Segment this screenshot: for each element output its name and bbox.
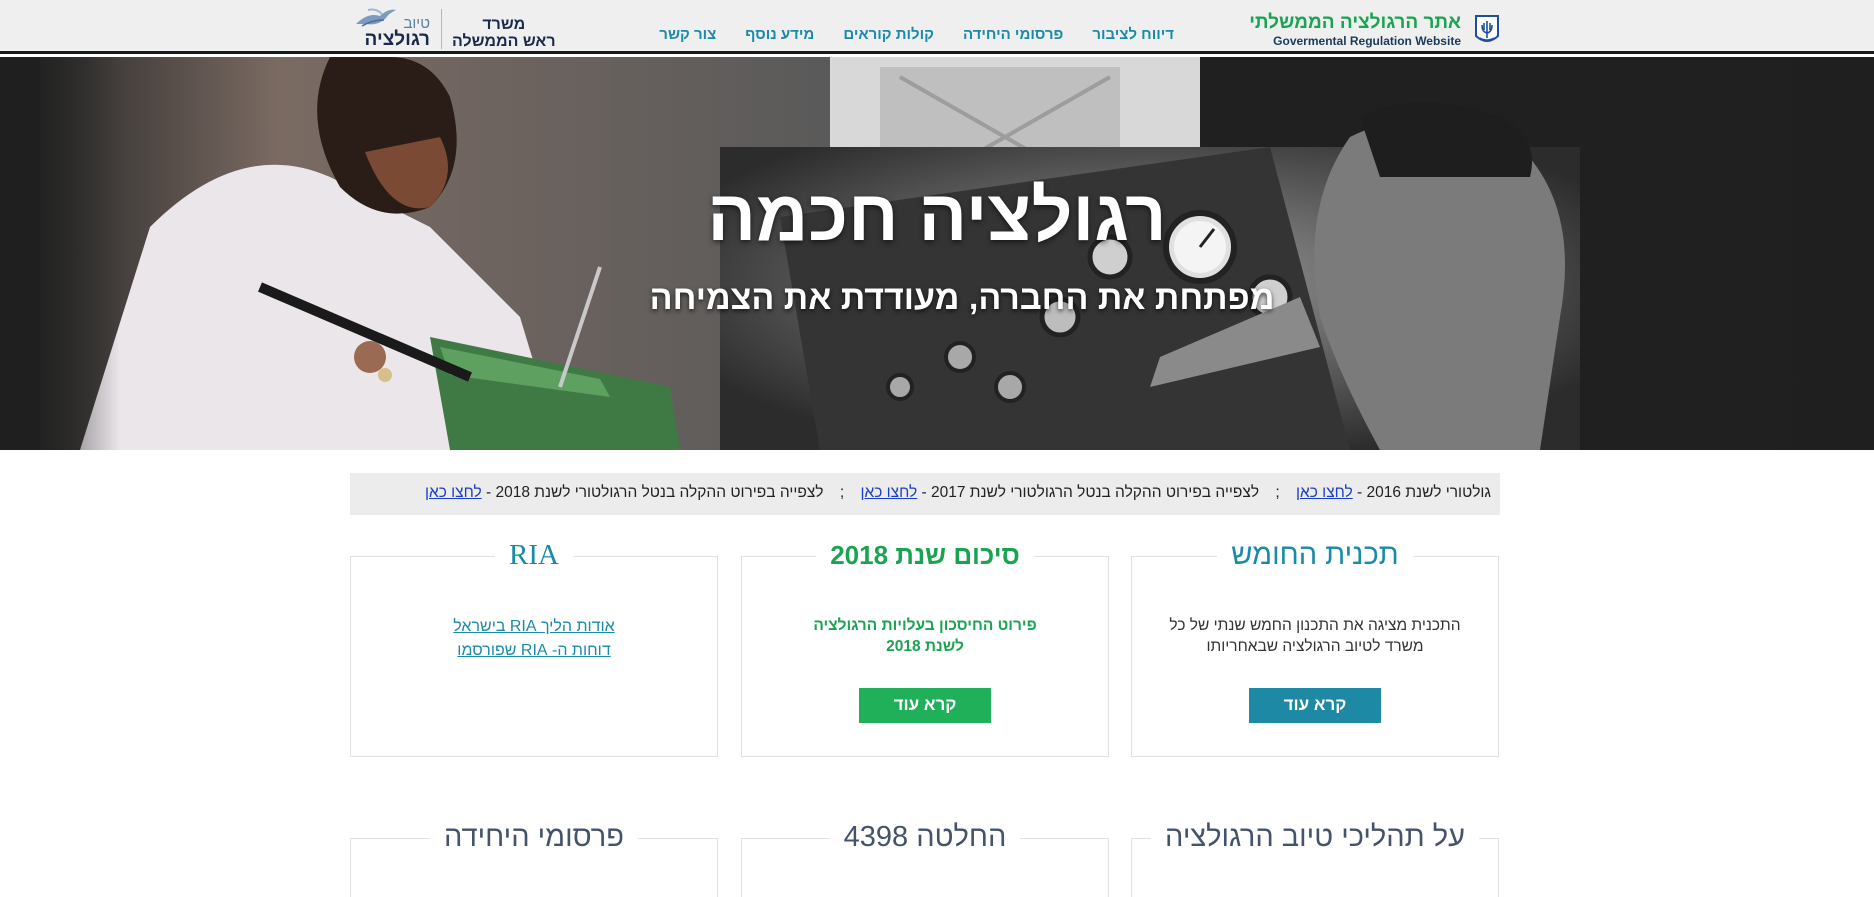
link-ria-reports[interactable]: דוחות ה- RIA שפורסמו — [371, 639, 697, 663]
card-title-unit-publications: פרסומי היחידה — [430, 821, 638, 853]
ticker-separator: ; — [839, 484, 845, 501]
card-title-decision-4398: החלטה 4398 — [829, 821, 1021, 853]
card-regulation-processes: על תהליכי טיוב הרגולציה — [1131, 821, 1499, 897]
nav-unit-publications[interactable]: פרסומי היחידה — [963, 26, 1063, 43]
ticker-link-2016[interactable]: לחצו כאן — [1296, 484, 1353, 501]
card-five-year-plan: תכנית החומש התכנית מציגה את התכנון החמש … — [1131, 539, 1499, 757]
ticker-item-2017: לצפייה בפירוט ההקלה בנטל הרגולטורי לשנת … — [860, 484, 1260, 501]
main-nav: דיווח לציבור פרסומי היחידה קולות קוראים … — [659, 26, 1174, 43]
ticker-link-2017[interactable]: לחצו כאן — [860, 484, 917, 501]
site-header: אתר הרגולציה הממשלתי Govermental Regulat… — [0, 0, 1874, 54]
ticker-link-2018[interactable]: לחצו כאן — [425, 484, 482, 501]
news-ticker: גולטורי לשנת 2016 - לחצו כאן ; לצפייה בפ… — [350, 473, 1500, 515]
card-summary-2018: סיכום שנת 2018 פירוט החיסכון בעלויות הרג… — [741, 540, 1109, 757]
hero-subtitle: מפתחת את החברה, מעודדת את הצמיחה — [649, 279, 1275, 317]
link-about-ria[interactable]: אודות הליך RIA בישראל — [371, 615, 697, 639]
nav-more-info[interactable]: מידע נוסף — [745, 26, 814, 43]
nav-calls-for-proposals[interactable]: קולות קוראים — [843, 26, 934, 43]
card-title-five-year-plan: תכנית החומש — [1217, 539, 1413, 571]
nav-public-report[interactable]: דיווח לציבור — [1092, 26, 1174, 43]
ticker-item-2016: גולטורי לשנת 2016 - לחצו כאן — [1295, 484, 1491, 501]
ticker-item-2018: לצפייה בפירוט ההקלה בנטל הרגולטורי לשנת … — [424, 484, 824, 501]
regulation-improvement-logo[interactable]: טיוב רגולציה — [354, 6, 432, 50]
pm-office-logo[interactable]: משרד ראש הממשלה — [452, 16, 556, 50]
regulation-word: רגולציה — [364, 29, 430, 50]
card-title-ria: RIA — [495, 539, 573, 571]
nav-contact[interactable]: צור קשר — [659, 26, 716, 43]
card-text-summary-2018: פירוט החיסכון בעלויות הרגולציה לשנת 2018 — [813, 617, 1037, 655]
state-emblem-icon — [1475, 15, 1499, 42]
card-links-ria: אודות הליך RIA בישראל דוחות ה- RIA שפורס… — [371, 615, 697, 663]
ticker-separator: ; — [1275, 484, 1280, 501]
read-more-button-five-year[interactable]: קרא עוד — [1249, 688, 1381, 723]
card-text-five-year-plan: התכנית מציגה את התכנון החמש שנתי של כל מ… — [1169, 617, 1461, 655]
hero-title: רגולציה חכמה — [707, 176, 1167, 256]
site-logo[interactable]: אתר הרגולציה הממשלתי Govermental Regulat… — [1198, 10, 1500, 50]
card-decision-4398: החלטה 4398 — [741, 821, 1109, 897]
pm-office-line2: ראש הממשלה — [452, 33, 556, 50]
site-title-hebrew: אתר הרגולציה הממשלתי — [1249, 12, 1461, 33]
card-ria: RIA אודות הליך RIA בישראל דוחות ה- RIA ש… — [350, 539, 718, 757]
card-title-summary-2018: סיכום שנת 2018 — [816, 540, 1034, 570]
logo-divider — [441, 9, 442, 49]
site-title-english: Govermental Regulation Website — [1273, 34, 1461, 48]
read-more-button-summary[interactable]: קרא עוד — [859, 688, 991, 723]
card-title-regulation-processes: על תהליכי טיוב הרגולציה — [1151, 821, 1479, 853]
card-unit-publications: פרסומי היחידה — [350, 821, 718, 897]
hero-banner: רגולציה חכמה מפתחת את החברה, מעודדת את ה… — [0, 57, 1874, 450]
pm-office-line1: משרד — [482, 16, 526, 33]
